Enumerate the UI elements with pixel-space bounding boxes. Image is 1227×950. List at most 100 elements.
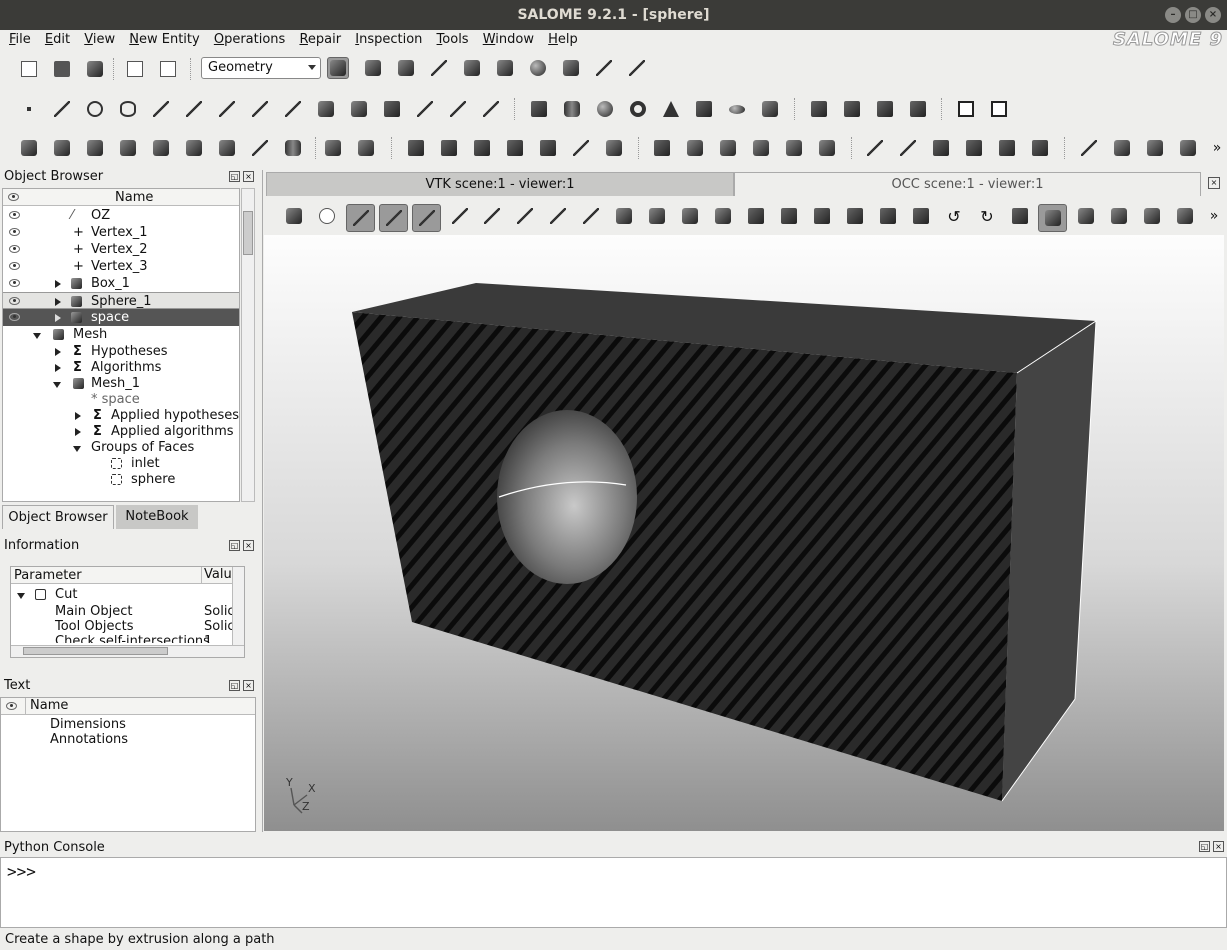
polyline-button[interactable]: [282, 98, 304, 120]
tree-item-algorithms[interactable]: Σ Algorithms: [3, 359, 239, 376]
view-left-button[interactable]: [877, 205, 899, 227]
circle-button[interactable]: [84, 98, 106, 120]
menu-new-entity[interactable]: New Entity: [124, 30, 204, 50]
compound-button[interactable]: [282, 137, 304, 159]
eye-icon[interactable]: [9, 211, 20, 219]
projection-mode-button[interactable]: [1038, 204, 1067, 232]
expand-icon[interactable]: [55, 348, 61, 356]
sketch-button[interactable]: [315, 98, 337, 120]
menu-inspection[interactable]: Inspection: [350, 30, 427, 50]
tree-item-vertex-2[interactable]: + Vertex_2: [3, 241, 239, 258]
rotate-button[interactable]: [679, 205, 701, 227]
lcs-button[interactable]: [414, 98, 436, 120]
preselection-button[interactable]: [379, 204, 408, 232]
section-button[interactable]: [907, 98, 929, 120]
shape-process-button[interactable]: [603, 137, 625, 159]
toolbar-overflow-button[interactable]: »: [1206, 137, 1227, 159]
fillet-2d-button[interactable]: [717, 137, 739, 159]
common-button[interactable]: [841, 98, 863, 120]
ray-tracing-button[interactable]: [1174, 205, 1196, 227]
shaper-module-button[interactable]: [395, 57, 417, 79]
expand-icon[interactable]: [55, 298, 61, 306]
rotation-button[interactable]: [355, 137, 377, 159]
rectangle-button[interactable]: [381, 98, 403, 120]
eye-icon[interactable]: [9, 245, 20, 253]
close-contour-button[interactable]: [1111, 137, 1133, 159]
shell-op-button[interactable]: [963, 137, 985, 159]
view-right-button[interactable]: [910, 205, 932, 227]
tree-item-box-1[interactable]: Box_1: [3, 275, 239, 292]
disk-button[interactable]: [726, 98, 748, 120]
sewing-button[interactable]: [1144, 137, 1166, 159]
expand-icon[interactable]: [55, 314, 61, 322]
eye-icon[interactable]: [9, 297, 20, 305]
chamfer-2d-button[interactable]: [783, 137, 805, 159]
explode-button[interactable]: [471, 137, 493, 159]
eye-icon[interactable]: [9, 313, 20, 321]
menu-view[interactable]: View: [79, 30, 120, 50]
menu-file[interactable]: File: [4, 30, 36, 50]
rotate-clockwise-button[interactable]: ↻: [976, 205, 998, 227]
trihedron-button[interactable]: [449, 205, 471, 227]
expand-icon[interactable]: [75, 428, 81, 436]
collapse-icon[interactable]: [33, 333, 41, 339]
fuse-button[interactable]: [808, 98, 830, 120]
paravis-module-button[interactable]: [527, 57, 549, 79]
tab-notebook[interactable]: NoteBook: [116, 505, 198, 529]
tree-item-vertex-3[interactable]: + Vertex_3: [3, 258, 239, 275]
copy-button[interactable]: [124, 58, 146, 80]
view-back-button[interactable]: [778, 205, 800, 227]
picture-export-button[interactable]: [988, 98, 1010, 120]
close-viewer-icon[interactable]: ×: [1208, 177, 1220, 189]
fit-selection-button[interactable]: [547, 205, 569, 227]
torus-button[interactable]: [627, 98, 649, 120]
global-pan-button[interactable]: [646, 205, 668, 227]
filling-button[interactable]: [84, 137, 106, 159]
vector-button[interactable]: [216, 98, 238, 120]
viewer-toolbar-overflow-button[interactable]: »: [1203, 205, 1225, 227]
close-panel-icon[interactable]: ×: [243, 540, 254, 551]
t-shape-button[interactable]: [759, 98, 781, 120]
scaling-button[interactable]: [1141, 205, 1163, 227]
3d-viewport[interactable]: Y X Z: [264, 235, 1224, 831]
info-vertical-scrollbar[interactable]: [232, 567, 244, 645]
fillet-1d-button[interactable]: [750, 137, 772, 159]
eye-icon[interactable]: [9, 228, 20, 236]
tree-item-vertex-1[interactable]: + Vertex_1: [3, 224, 239, 241]
text-item-annotations[interactable]: Annotations: [1, 731, 237, 748]
interaction-style-button[interactable]: [316, 205, 338, 227]
eye-icon[interactable]: [9, 279, 20, 287]
scrollbar-thumb[interactable]: [23, 647, 168, 655]
multi-rotation-button[interactable]: [537, 137, 559, 159]
info-row-check-self-intersections[interactable]: Check self-intersections 1: [11, 633, 233, 643]
float-panel-icon[interactable]: ◱: [229, 540, 240, 551]
face-button[interactable]: [348, 98, 370, 120]
archimede-button[interactable]: [438, 137, 460, 159]
fit-all-button[interactable]: [481, 205, 503, 227]
menu-help[interactable]: Help: [543, 30, 583, 50]
homard-module-button[interactable]: [560, 57, 582, 79]
point-button[interactable]: [18, 98, 40, 120]
fields-module-button[interactable]: [428, 57, 450, 79]
plane-button[interactable]: [249, 98, 271, 120]
glue-button[interactable]: [504, 137, 526, 159]
job-manager-button[interactable]: [494, 57, 516, 79]
cut-button[interactable]: [874, 98, 896, 120]
tree-item-inlet[interactable]: inlet: [3, 455, 239, 472]
scrollbar-thumb[interactable]: [243, 211, 253, 255]
menu-edit[interactable]: Edit: [40, 30, 75, 50]
tree-item-groups-of-faces[interactable]: Groups of Faces: [3, 439, 239, 456]
picture-import-button[interactable]: [955, 98, 977, 120]
edge-op-button[interactable]: [864, 137, 886, 159]
yacs-module-button[interactable]: [461, 57, 483, 79]
dump-view-button[interactable]: [283, 205, 305, 227]
multi-translation-button[interactable]: [570, 137, 592, 159]
collapse-icon[interactable]: [53, 382, 61, 388]
eficas-module-button[interactable]: [626, 57, 648, 79]
open-button[interactable]: [51, 58, 73, 80]
curve-button[interactable]: [183, 98, 205, 120]
graduated-axes-button[interactable]: [1075, 205, 1097, 227]
lcs-set-button[interactable]: [480, 98, 502, 120]
partition-button[interactable]: [405, 137, 427, 159]
tree-item-oz[interactable]: ⁄ OZ: [3, 207, 239, 224]
